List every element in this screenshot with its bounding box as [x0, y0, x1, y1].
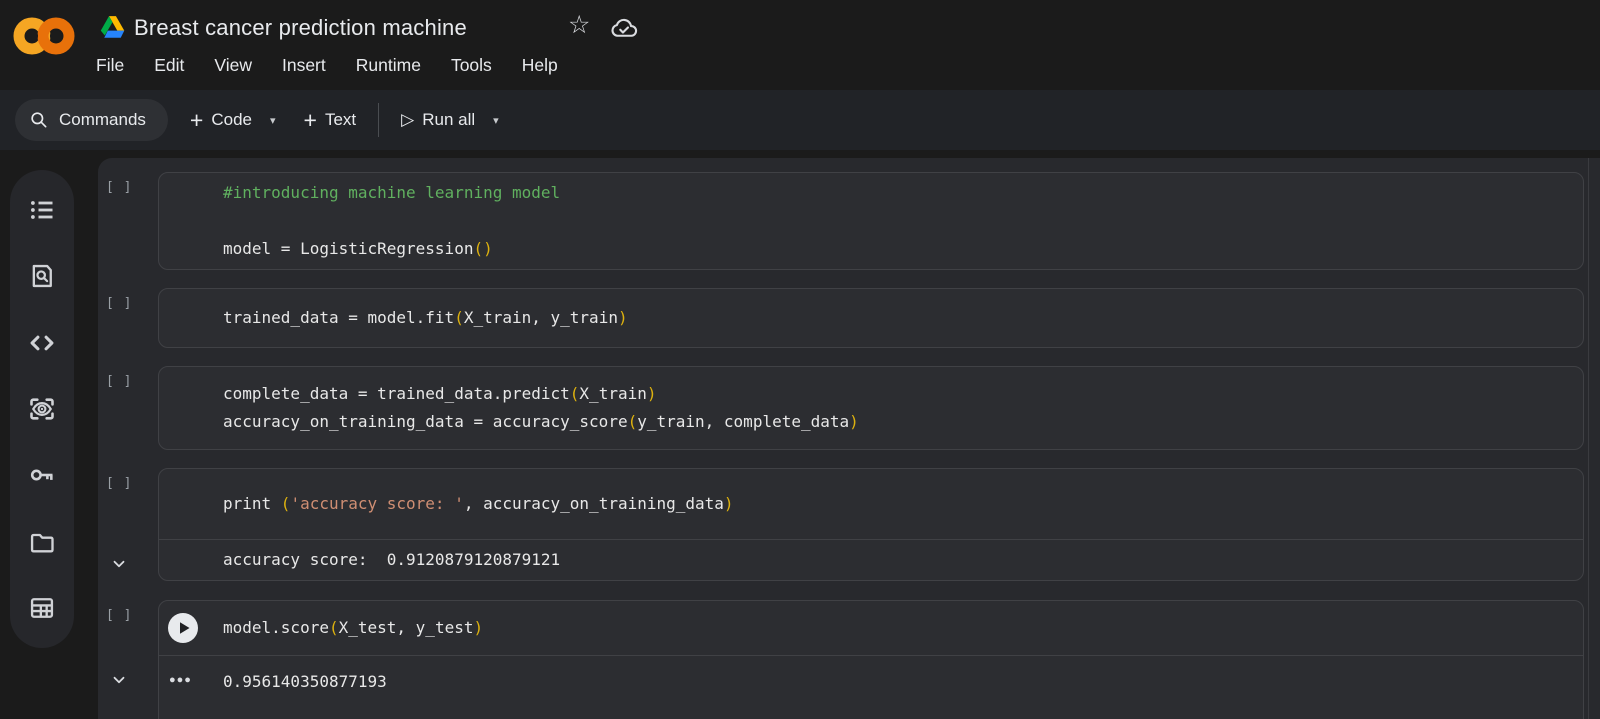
commands-button[interactable]: Commands: [15, 99, 168, 141]
execution-indicator[interactable]: [ ]: [106, 180, 132, 195]
code-line: model.score(X_test, y_test): [223, 618, 484, 637]
output-text: accuracy score: 0.9120879120879121: [223, 550, 561, 569]
chevron-down-icon[interactable]: ▾: [270, 114, 276, 127]
notebook-title[interactable]: Breast cancer prediction machine: [134, 15, 467, 41]
code-cell[interactable]: complete_data = trained_data.predict(X_t…: [158, 366, 1584, 450]
code-cell[interactable]: #introducing machine learning model model…: [158, 172, 1584, 270]
scrollbar-track[interactable]: [1588, 158, 1589, 719]
left-rail: [0, 150, 98, 719]
run-cell-button[interactable]: [168, 613, 198, 643]
output-text: 0.956140350877193: [223, 672, 387, 691]
execution-indicator[interactable]: [ ]: [106, 608, 132, 623]
cell-row: [ ] #introducing machine learning model mo…: [98, 172, 1584, 270]
run-all-button[interactable]: ▷ Run all ▾: [401, 110, 499, 130]
chevron-down-icon[interactable]: ▾: [493, 114, 499, 127]
cloud-saved-icon[interactable]: [610, 15, 638, 39]
collapse-output-chevron-icon[interactable]: [110, 555, 128, 573]
menu-tools[interactable]: Tools: [451, 55, 492, 76]
code-cell[interactable]: trained_data = model.fit(X_train, y_trai…: [158, 288, 1584, 348]
header: Breast cancer prediction machine ☆ File E…: [0, 0, 1600, 90]
plus-icon: +: [303, 106, 317, 133]
code-line: accuracy_on_training_data = accuracy_sco…: [223, 412, 859, 431]
table-of-contents-icon[interactable]: [28, 196, 56, 224]
drive-icon[interactable]: [100, 16, 125, 38]
find-replace-icon[interactable]: [28, 262, 56, 290]
code-line: trained_data = model.fit(X_train, y_trai…: [223, 308, 628, 327]
code-editor[interactable]: #introducing machine learning model model…: [159, 173, 1583, 269]
content: [ ] #introducing machine learning model mo…: [0, 150, 1600, 719]
variable-inspector-icon[interactable]: [28, 395, 56, 423]
code-editor[interactable]: trained_data = model.fit(X_train, y_trai…: [159, 289, 1583, 347]
code-editor[interactable]: model.score(X_test, y_test): [159, 601, 1583, 655]
cell-row: [ ] trained_data = model.fit(X_train, y_t…: [98, 288, 1584, 348]
cell-row: [ ] complete_data = trained_data.predict(…: [98, 366, 1584, 450]
execution-indicator[interactable]: [ ]: [106, 296, 132, 311]
colab-window: Breast cancer prediction machine ☆ File E…: [0, 0, 1600, 719]
code-editor[interactable]: complete_data = trained_data.predict(X_t…: [159, 367, 1583, 449]
cell-gutter: [ ]: [98, 600, 158, 719]
add-code-button[interactable]: + Code ▾: [189, 106, 276, 133]
output-menu-dots-icon[interactable]: ●●●: [169, 670, 192, 690]
menubar: File Edit View Insert Runtime Tools Help: [96, 55, 558, 76]
execution-indicator[interactable]: [ ]: [106, 374, 132, 389]
colab-logo[interactable]: [13, 13, 75, 59]
execution-indicator[interactable]: [ ]: [106, 476, 132, 491]
files-icon[interactable]: [28, 528, 56, 556]
star-icon[interactable]: ☆: [568, 10, 590, 40]
code-line: model = LogisticRegression(): [223, 239, 493, 258]
cell-gutter: [ ]: [98, 366, 158, 450]
secrets-icon[interactable]: [28, 461, 56, 489]
toolbar: Commands + Code ▾ + Text ▷ Run all ▾: [0, 90, 1600, 150]
menu-view[interactable]: View: [214, 55, 252, 76]
data-table-icon[interactable]: [28, 594, 56, 622]
cell-gutter: [ ]: [98, 288, 158, 348]
menu-insert[interactable]: Insert: [282, 55, 326, 76]
menu-help[interactable]: Help: [522, 55, 558, 76]
toolbar-divider: [378, 103, 380, 137]
code-line: #introducing machine learning model: [223, 183, 561, 202]
menu-edit[interactable]: Edit: [154, 55, 184, 76]
menu-runtime[interactable]: Runtime: [356, 55, 421, 76]
cell-row: [ ] print ('accuracy score: ', accuracy_o…: [98, 468, 1584, 581]
cell-gutter: [ ]: [98, 468, 158, 581]
cell-output: accuracy score: 0.9120879120879121: [159, 539, 1583, 580]
menu-file[interactable]: File: [96, 55, 124, 76]
code-line: print ('accuracy score: ', accuracy_on_t…: [223, 494, 734, 513]
code-editor[interactable]: print ('accuracy score: ', accuracy_on_t…: [159, 469, 1583, 539]
notebook-area: [ ] #introducing machine learning model mo…: [98, 158, 1600, 719]
search-icon: [31, 112, 47, 128]
cell-output: ●●● 0.956140350877193: [159, 655, 1583, 719]
code-line: complete_data = trained_data.predict(X_t…: [223, 384, 657, 403]
cell-row: [ ] model.score(X_test, y_test) ●●● 0.95614…: [98, 600, 1584, 719]
run-icon: ▷: [401, 110, 415, 129]
sidebar-icon-rail: [10, 170, 74, 648]
code-cell[interactable]: print ('accuracy score: ', accuracy_on_t…: [158, 468, 1584, 581]
add-text-button[interactable]: + Text: [303, 106, 357, 133]
code-cell[interactable]: model.score(X_test, y_test) ●●● 0.95614035…: [158, 600, 1584, 719]
code-snippets-icon[interactable]: [28, 329, 56, 357]
commands-label: Commands: [59, 110, 146, 129]
collapse-output-chevron-icon[interactable]: [110, 671, 128, 689]
cell-gutter: [ ]: [98, 172, 158, 270]
plus-icon: +: [189, 106, 204, 133]
